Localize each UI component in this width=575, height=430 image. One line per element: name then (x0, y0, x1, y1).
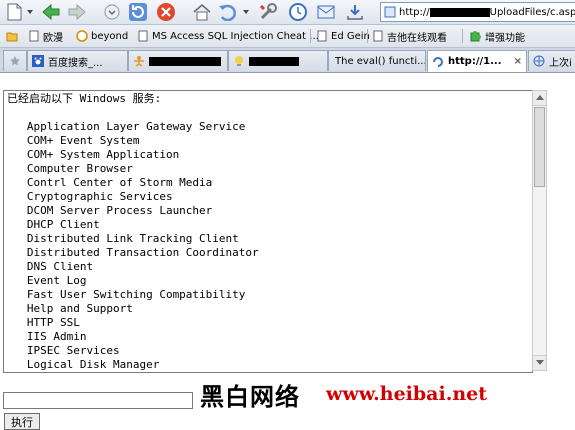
swirl-icon (433, 56, 443, 67)
tab-baidu[interactable]: 百度搜索_... (27, 50, 128, 71)
forward-icon[interactable] (66, 2, 88, 22)
bookmark-item[interactable]: 增强功能 (470, 28, 525, 44)
watermark-url: www.heibai.net (326, 383, 487, 405)
home-icon[interactable] (191, 2, 213, 22)
chevron-down-icon[interactable] (27, 10, 33, 14)
globe-icon (533, 55, 545, 67)
puzzle-icon (470, 31, 481, 42)
tab-current[interactable]: http://1... × (427, 50, 527, 72)
output-header: 已经启动以下 Windows 服务: (7, 92, 162, 105)
service-item: Cryptographic Services (26, 190, 173, 203)
browser-toolbar: http:// UploadFiles/c.asp (0, 0, 575, 25)
service-item: Application Layer Gateway Service (26, 120, 246, 133)
refresh-icon[interactable] (127, 2, 149, 22)
bookmark-item[interactable]: MS Access SQL Injection Cheat ... (137, 28, 319, 44)
redacted-title (249, 56, 299, 66)
bookmark-label: Ed Gein (331, 30, 370, 42)
service-item: DCOM Server Process Launcher (26, 204, 213, 217)
service-item: HTTP SSL (26, 316, 80, 329)
close-icon[interactable] (155, 2, 177, 22)
tab-label: 上次i (549, 57, 572, 69)
separator (310, 29, 311, 43)
download-icon[interactable] (344, 2, 366, 22)
page-icon (138, 30, 148, 42)
service-item: Fast User Switching Compatibility (26, 288, 246, 301)
new-tab-button[interactable] (3, 50, 27, 71)
service-item: DHCP Client (26, 218, 100, 231)
bookmark-label: MS Access SQL Injection Cheat ... (152, 30, 319, 42)
redacted-host (429, 7, 490, 17)
stop-icon[interactable] (101, 2, 123, 22)
service-item: Distributed Transaction Coordinator (26, 246, 259, 259)
tools-icon[interactable] (257, 2, 279, 22)
bulb-icon (235, 56, 243, 66)
folder-icon (6, 32, 18, 42)
service-item: DNS Client (26, 260, 94, 273)
command-output: 已经启动以下 Windows 服务: Application Layer Gat… (7, 92, 259, 372)
service-item: COM+ System Application (26, 148, 180, 161)
service-item: IIS Admin (26, 330, 87, 343)
service-item: Distributed Link Tracking Client (26, 232, 239, 245)
service-item: Help and Support (26, 302, 133, 315)
tab-label: The eval() functi... (335, 55, 426, 67)
bookmark-item[interactable]: Ed Gein (316, 28, 370, 44)
bookmark-item[interactable]: beyond (76, 28, 128, 44)
address-path: UploadFiles/c.asp (489, 6, 575, 18)
address-bar[interactable]: http:// UploadFiles/c.asp (380, 2, 575, 22)
page-icon (384, 6, 396, 18)
bookmark-label: 增强功能 (485, 32, 525, 44)
page-icon (29, 30, 39, 42)
baidu-paw-icon (32, 55, 44, 67)
tab-label: http://1... (448, 56, 502, 67)
tab-eval[interactable]: The eval() functi... (328, 50, 426, 71)
bookmarks-bar: 欧漫 beyond MS Access SQL Injection Cheat … (0, 25, 575, 48)
mail-icon[interactable] (315, 2, 337, 22)
bookmark-item[interactable]: 吉他在线观看 (372, 28, 447, 44)
tab-redacted-1[interactable] (128, 50, 228, 71)
arrow-up-icon (536, 95, 544, 100)
tab-redacted-2[interactable] (228, 50, 328, 71)
page-icon (373, 30, 383, 42)
new-page-icon[interactable] (4, 2, 24, 22)
execute-button[interactable]: 执行 (4, 413, 40, 430)
tab-strip: 百度搜索_... The eval() functi... http://1..… (0, 48, 575, 73)
scroll-up-button[interactable] (533, 91, 546, 106)
service-item: Event Log (26, 274, 87, 287)
bookmark-item[interactable]: 欧漫 (28, 28, 63, 44)
service-item: Computer Browser (26, 162, 133, 175)
bookmark-label: 欧漫 (43, 32, 63, 44)
service-item: Contrl Center of Storm Media (26, 176, 213, 189)
service-item: COM+ Event System (26, 134, 140, 147)
beyond-icon (76, 30, 88, 42)
separator (462, 29, 463, 43)
tab-close-icon[interactable]: × (514, 56, 522, 67)
undo-icon[interactable] (217, 2, 239, 22)
address-prefix: http:// (399, 6, 430, 18)
bookmark-label: beyond (91, 30, 129, 42)
output-textarea[interactable]: 已经启动以下 Windows 服务: Application Layer Gat… (3, 90, 533, 373)
star-icon (10, 56, 20, 66)
redacted-title (149, 56, 221, 66)
arrow-down-icon (536, 360, 544, 365)
service-item: IPSEC Services (26, 344, 120, 357)
scroll-thumb[interactable] (534, 107, 545, 187)
service-item: Logical Disk Manager (26, 358, 160, 371)
back-icon[interactable] (40, 2, 62, 22)
service-list: Application Layer Gateway Service COM+ E… (7, 120, 259, 371)
bookmark-item[interactable] (6, 28, 21, 44)
tab-label: 百度搜索_... (48, 57, 103, 69)
tab-last[interactable]: 上次i (528, 50, 575, 71)
separator (367, 29, 368, 43)
watermark: 黑白网络 www.heibai.net (200, 378, 575, 411)
scroll-down-button[interactable] (533, 355, 546, 370)
history-icon[interactable] (287, 2, 309, 22)
page-icon (317, 30, 327, 42)
bookmark-label: 吉他在线观看 (387, 32, 447, 44)
vertical-scrollbar[interactable] (532, 90, 547, 371)
watermark-chinese: 黑白网络 (200, 381, 300, 411)
figure-icon (134, 56, 144, 67)
command-input[interactable] (3, 392, 193, 409)
chevron-down-icon[interactable] (243, 10, 249, 14)
